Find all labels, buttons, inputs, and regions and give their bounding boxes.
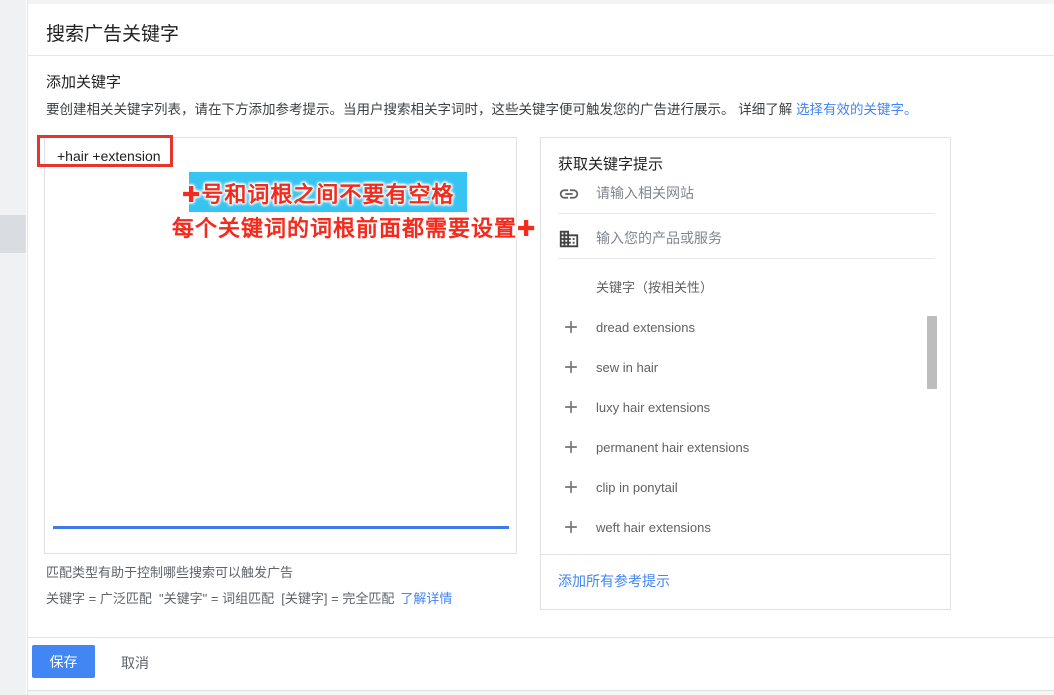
annotation-line1: ✚号和词根之间不要有空格 [182, 177, 454, 209]
keyword-label: luxy hair extensions [596, 400, 710, 415]
page-edge-highlight [0, 215, 26, 253]
cancel-button[interactable]: 取消 [121, 653, 149, 673]
panel-left-border [27, 0, 28, 695]
learn-more-link[interactable]: 了解详情 [400, 591, 452, 606]
keyword-label: weft hair extensions [596, 520, 711, 535]
keyword-list-header: 关键字（按相关性） [596, 277, 713, 296]
valid-keywords-link[interactable]: 选择有效的关键字。 [796, 102, 918, 117]
product-input-underline [558, 258, 935, 259]
textarea-focus-underline [53, 526, 509, 529]
plus-icon [561, 397, 581, 417]
keyword-label: dread extensions [596, 320, 695, 335]
page-title: 搜索广告关键字 [46, 19, 179, 46]
keyword-label: clip in ponytail [596, 480, 678, 495]
building-icon [558, 228, 580, 250]
keyword-suggestion-row[interactable]: permanent hair extensions [541, 427, 921, 467]
header-bar: 搜索广告关键字 [28, 4, 1054, 56]
page-edge-sidebar [0, 0, 26, 695]
save-button[interactable]: 保存 [32, 645, 95, 678]
keyword-suggestion-row[interactable]: clip in ponytail [541, 467, 921, 507]
footer-divider [28, 637, 1054, 638]
product-input[interactable] [596, 230, 926, 246]
suggestions-footer-divider [541, 554, 950, 555]
section-heading: 添加关键字 [46, 71, 121, 92]
page-bottom-strip [28, 691, 1054, 695]
suggestions-panel: 获取关键字提示 关键字（按相关性） dread extensions sew i… [540, 137, 951, 610]
plus-icon [561, 517, 581, 537]
website-input[interactable] [596, 185, 926, 201]
plus-icon [561, 437, 581, 457]
match-hint-line1: 匹配类型有助于控制哪些搜索可以触发广告 [46, 562, 293, 581]
section-description: 要创建相关关键字列表，请在下方添加参考提示。当用户搜索相关字词时，这些关键字便可… [46, 98, 918, 118]
match-hint-line2: 关键字 = 广泛匹配 "关键字" = 词组匹配 [关键字] = 完全匹配了解详情 [46, 588, 452, 607]
suggestions-title: 获取关键字提示 [558, 153, 663, 174]
keyword-suggestion-row[interactable]: weft hair extensions [541, 507, 921, 547]
description-text: 要创建相关关键字列表，请在下方添加参考提示。当用户搜索相关字词时，这些关键字便可… [46, 102, 796, 117]
keyword-label: permanent hair extensions [596, 440, 749, 455]
keyword-label: sew in hair [596, 360, 658, 375]
annotation-line2: 每个关键词的词根前面都需要设置✚ [172, 211, 536, 243]
plus-icon [561, 317, 581, 337]
add-all-suggestions-link[interactable]: 添加所有参考提示 [558, 571, 670, 591]
plus-icon [561, 477, 581, 497]
website-input-underline [558, 213, 935, 214]
keyword-suggestion-row[interactable]: dread extensions [541, 307, 921, 347]
link-icon [558, 183, 580, 205]
match-hint-text: 关键字 = 广泛匹配 "关键字" = 词组匹配 [关键字] = 完全匹配 [46, 591, 394, 606]
annotation-red-box [37, 135, 173, 167]
keyword-suggestion-row[interactable]: luxy hair extensions [541, 387, 921, 427]
keyword-suggestion-row[interactable]: sew in hair [541, 347, 921, 387]
plus-icon [561, 357, 581, 377]
scrollbar-thumb[interactable] [927, 316, 937, 389]
